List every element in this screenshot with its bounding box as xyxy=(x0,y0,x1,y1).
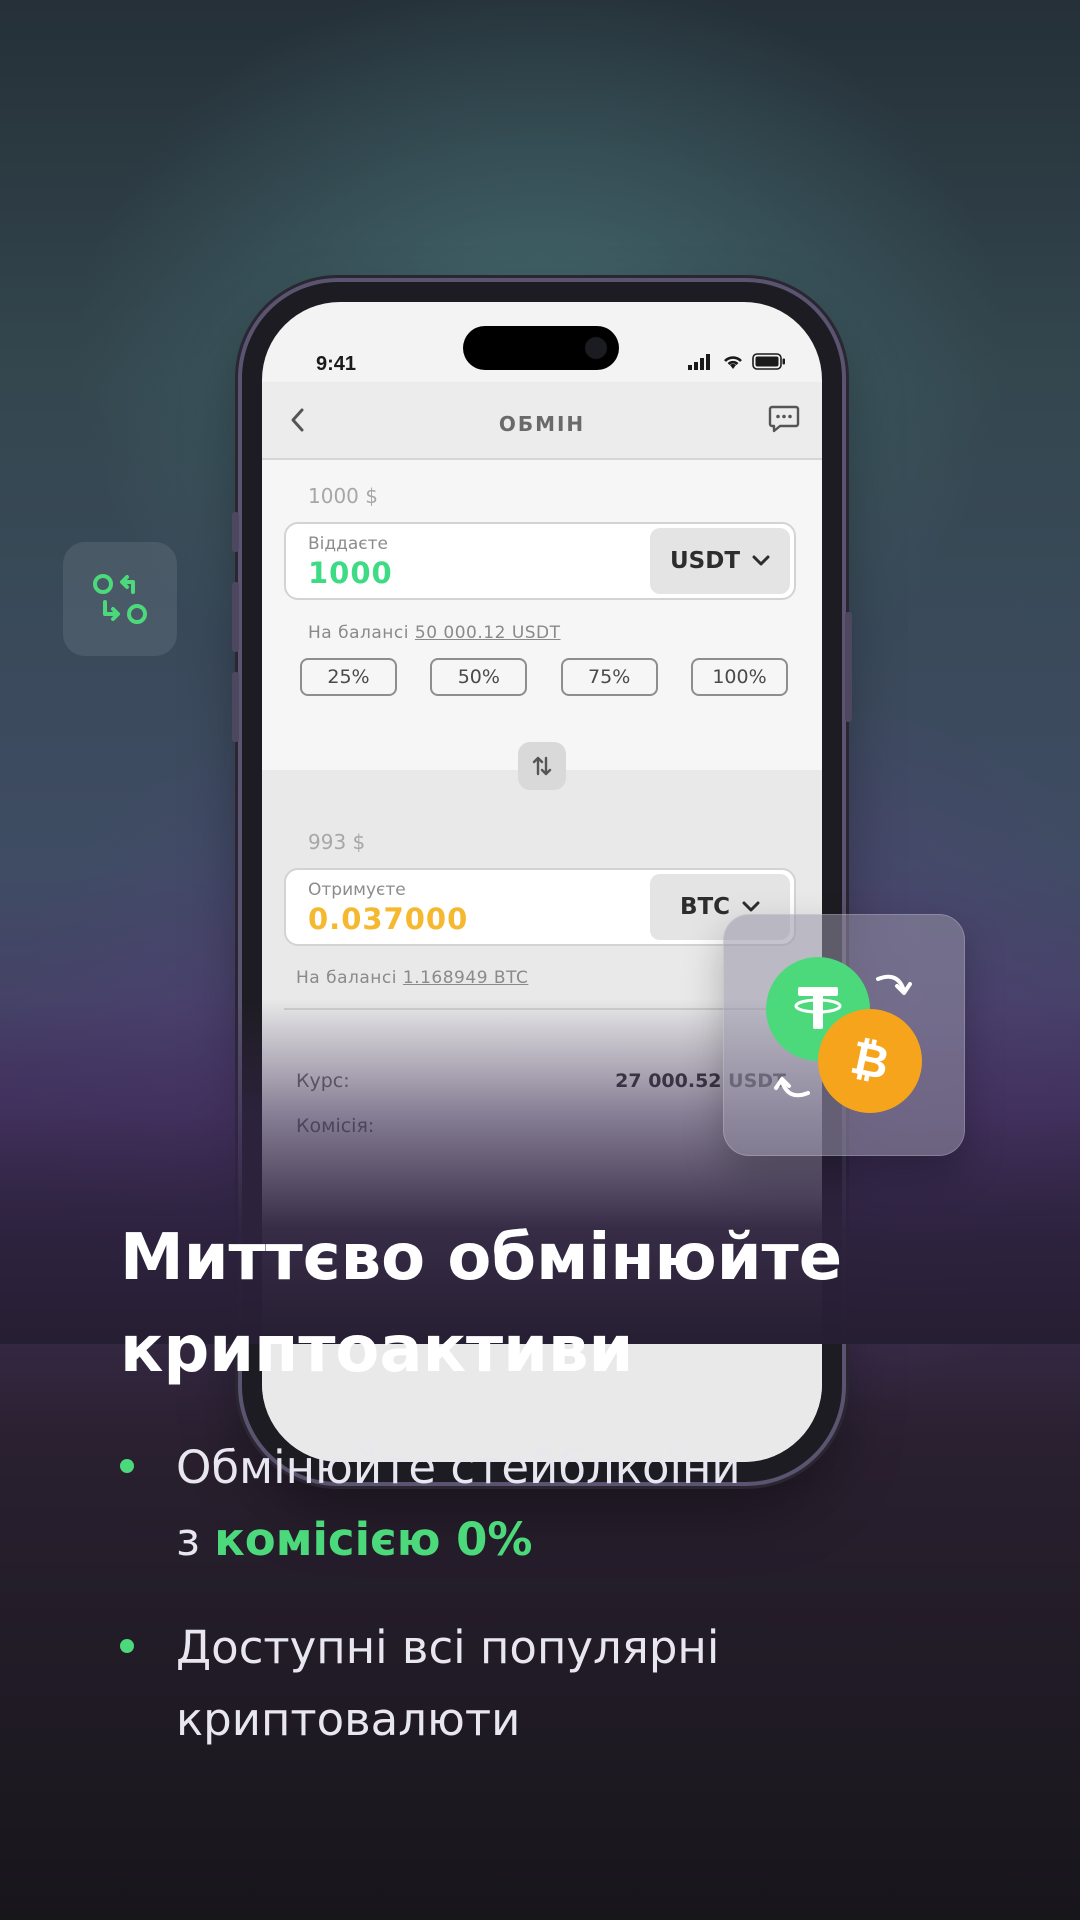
percent-75-button[interactable]: 75% xyxy=(560,658,658,696)
give-section: 1000 $ Віддаєте 1000 USDT На балансі 50 … xyxy=(262,460,822,770)
swap-arrows-icon xyxy=(532,756,552,776)
give-amount-value[interactable]: 1000 xyxy=(308,556,393,590)
chat-icon xyxy=(768,405,800,433)
wifi-icon xyxy=(724,355,742,369)
rate-row: Курс: 27 000.52 USDT xyxy=(296,1070,786,1092)
bullet-dot-icon xyxy=(120,1459,134,1473)
btc-coin-icon: ₿ xyxy=(818,1009,922,1113)
battery-icon xyxy=(752,353,785,370)
receive-balance: На балансі 1.168949 BTC xyxy=(296,968,528,988)
give-currency-label: USDT xyxy=(669,548,741,574)
rate-label: Курс: xyxy=(296,1070,350,1092)
phone-volume-up xyxy=(232,582,239,652)
feature-2-line1: Доступні всі популярні xyxy=(176,1621,720,1674)
headline-line1: Миттєво обмінюйте xyxy=(120,1221,843,1295)
crypto-exchange-card: ₿ xyxy=(723,914,965,1156)
fee-row: Комісія: xyxy=(296,1115,786,1137)
status-time: 9:41 xyxy=(316,353,357,375)
give-balance-amount[interactable]: 50 000.12 USDT xyxy=(415,623,561,643)
headline: Миттєво обмінюйте криптоактиви xyxy=(120,1212,980,1396)
arrow-curve-icon xyxy=(774,1077,810,1098)
feature-1-line2: з комісією 0% xyxy=(176,1504,980,1576)
percent-100-button[interactable]: 100% xyxy=(690,658,788,696)
give-balance-prefix: На балансі xyxy=(308,623,409,643)
feature-item: Обмінюйте стейблкоїни з комісією 0% xyxy=(120,1432,980,1576)
percent-buttons: 25% 50% 75% 100% xyxy=(300,658,788,696)
receive-balance-amount[interactable]: 1.168949 BTC xyxy=(403,968,528,988)
page-title: ОБМІН xyxy=(498,412,586,436)
dynamic-island xyxy=(463,326,619,370)
chat-button[interactable] xyxy=(768,404,800,438)
percent-50-button[interactable]: 50% xyxy=(430,658,528,696)
feature-1-line1: Обмінюйте стейблкоїни xyxy=(176,1441,741,1494)
navbar: ОБМІН xyxy=(262,382,822,460)
receive-amount-field[interactable]: Отримуєте 0.037000 BTC xyxy=(284,868,796,946)
receive-label: Отримуєте xyxy=(308,880,406,900)
status-icons xyxy=(688,353,786,370)
give-usd-hint: 1000 $ xyxy=(308,484,378,508)
signal-icon xyxy=(688,353,710,370)
feature-1-accent: комісією 0% xyxy=(214,1513,533,1566)
feature-2-line2: криптовалюти xyxy=(176,1693,521,1746)
phone-mute-switch xyxy=(232,512,239,552)
phone-power-button xyxy=(845,612,852,722)
receive-amount-value[interactable]: 0.037000 xyxy=(308,902,468,936)
phone-volume-down xyxy=(232,672,239,742)
give-amount-field[interactable]: Віддаєте 1000 USDT xyxy=(284,522,796,600)
feature-1-prefix: з xyxy=(176,1513,200,1566)
bullet-dot-icon xyxy=(120,1639,134,1653)
headline-line2: криптоактиви xyxy=(120,1313,634,1387)
chevron-down-icon xyxy=(752,555,770,566)
swap-direction-button[interactable] xyxy=(518,742,566,790)
give-currency-select[interactable]: USDT xyxy=(650,528,790,594)
feature-item: Доступні всі популярні криптовалюти xyxy=(120,1612,980,1756)
arrow-curve-icon xyxy=(876,974,912,995)
receive-usd-hint: 993 $ xyxy=(308,830,366,854)
chevron-down-icon xyxy=(742,901,760,912)
svg-text:₿: ₿ xyxy=(846,1031,894,1090)
receive-currency-label: BTC xyxy=(679,894,731,920)
fee-label: Комісія: xyxy=(296,1115,375,1137)
receive-balance-prefix: На балансі xyxy=(296,968,397,988)
percent-25-button[interactable]: 25% xyxy=(300,658,397,696)
feature-list: Обмінюйте стейблкоїни з комісією 0% Дост… xyxy=(120,1432,980,1792)
exchange-feature-icon xyxy=(63,542,177,656)
give-label: Віддаєте xyxy=(308,534,389,554)
exchange-icon xyxy=(93,574,147,624)
give-balance: На балансі 50 000.12 USDT xyxy=(308,623,561,643)
